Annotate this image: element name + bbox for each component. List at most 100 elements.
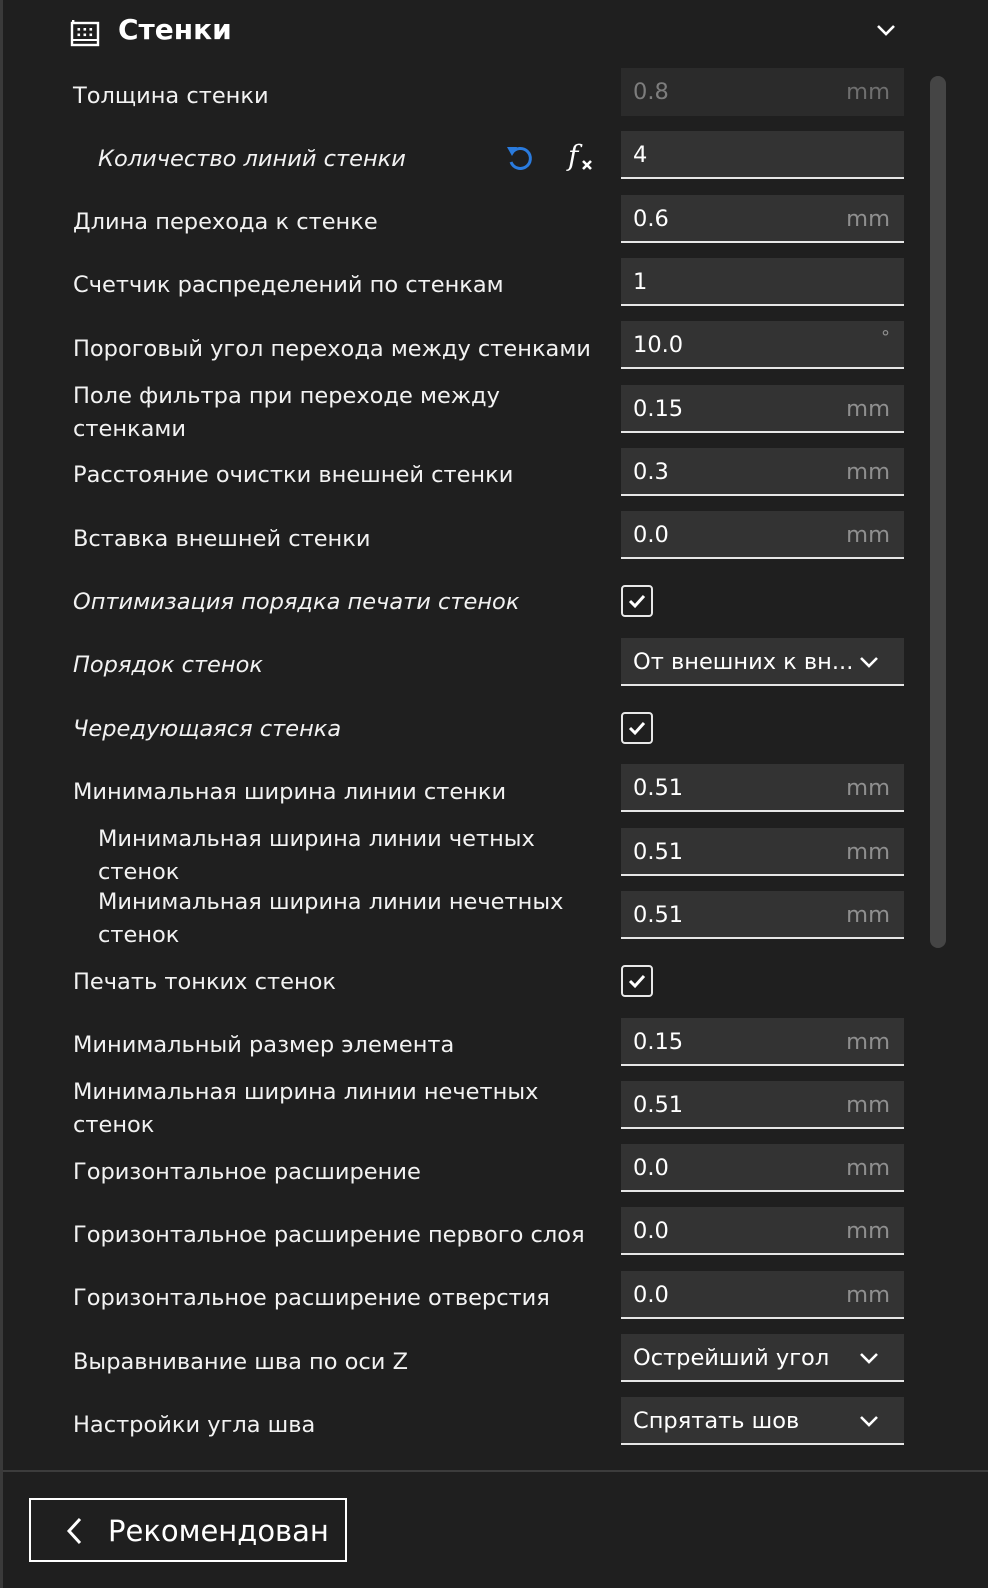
chevron-down-icon[interactable] [872, 16, 900, 44]
setting-label: Минимальная ширина линии нечетных стенок [98, 888, 564, 948]
setting-checkbox[interactable] [621, 712, 653, 744]
input-value: 0.51 [633, 775, 684, 802]
setting-label: Минимальный размер элемента [73, 1032, 455, 1058]
unit-label: mm [846, 395, 890, 422]
svg-text:f: f [566, 139, 583, 172]
setting-row-min-wall-line-width: Минимальная ширина линии стенки 0.51 mm [0, 760, 920, 824]
setting-row-wall-line-count: Количество линий стенки f 4 [0, 127, 920, 191]
setting-value-input[interactable]: 0.3 mm [621, 447, 904, 496]
setting-label: Настройки угла шва [73, 1411, 316, 1438]
input-value: 0.8 [633, 79, 669, 105]
setting-value-input[interactable]: 0.51 mm [621, 764, 904, 813]
input-value: 0.0 [633, 1155, 669, 1182]
setting-row-hole-horizontal-expansion: Горизонтальное расширение отверстия 0.0 mm [0, 1267, 920, 1331]
setting-row-wall-distribution-count: Счетчик распределений по стенкам 1 [0, 254, 920, 318]
chevron-down-icon [860, 1416, 878, 1428]
setting-row-wall-transition-length: Длина перехода к стенке 0.6 mm [0, 191, 920, 255]
setting-label: Длина перехода к стенке [73, 209, 378, 236]
setting-row-seam-corner-preference: Настройки угла шва Спрятать шов [0, 1393, 920, 1457]
setting-value-input[interactable]: 0.15 mm [621, 384, 904, 433]
input-value: 0.51 [633, 901, 684, 928]
input-value: 1 [633, 268, 648, 295]
input-value: 0.0 [633, 1218, 669, 1245]
setting-label: Минимальная ширина линии нечетных стенок [73, 1078, 539, 1138]
setting-label: Поле фильтра при переходе между стенками [73, 382, 500, 442]
unit-label: mm [846, 775, 890, 802]
setting-checkbox[interactable] [621, 585, 653, 618]
setting-label: Счетчик распределений по стенкам [73, 272, 504, 299]
unit-label: mm [846, 1028, 890, 1055]
setting-label: Горизонтальное расширение [73, 1158, 421, 1185]
setting-value-input[interactable]: 0.0 mm [621, 511, 904, 560]
unit-label: mm [846, 838, 890, 865]
setting-checkbox[interactable] [621, 965, 653, 998]
input-value: 0.6 [633, 205, 669, 232]
setting-label: Горизонтальное расширение первого слоя [73, 1221, 585, 1248]
setting-dropdown[interactable]: От внешних к вн... [621, 637, 904, 686]
setting-label: Горизонтальное расширение отверстия [73, 1285, 550, 1312]
setting-label: Чередующаяся стенка [73, 715, 342, 742]
setting-label: Вставка внешней стенки [73, 525, 371, 552]
setting-row-min-odd-wall-line-width-2: Минимальная ширина линии нечетных стенок… [0, 1077, 920, 1141]
setting-value-input[interactable]: 0.51 mm [621, 1080, 904, 1129]
setting-value-input[interactable]: 0.6 mm [621, 194, 904, 243]
unit-label: mm [846, 1218, 890, 1245]
input-value: 0.51 [633, 1091, 684, 1118]
setting-value-input: 0.8 mm [621, 68, 904, 116]
unit-label: mm [846, 1281, 890, 1308]
setting-row-print-thin-walls: Печать тонких стенок [0, 950, 920, 1014]
input-value: 4 [633, 142, 648, 169]
input-value: 10.0 [633, 332, 684, 359]
setting-row-min-even-wall-line-width: Минимальная ширина линии четных стенок 0.… [0, 824, 920, 888]
setting-value-input[interactable]: 1 [621, 257, 904, 306]
setting-label: Порядок стенок [73, 652, 263, 679]
checkmark-icon [628, 721, 646, 736]
setting-row-optimize-wall-order: Оптимизация порядка печати стенок [0, 570, 920, 634]
section-title: Стенки [118, 13, 232, 46]
checkmark-icon [628, 975, 646, 989]
setting-row-initial-layer-horizontal-expansion: Горизонтальное расширение первого слоя 0.… [0, 1203, 920, 1267]
input-value: 0.15 [633, 1028, 684, 1055]
dropdown-value: Спрятать шов [633, 1408, 800, 1435]
setting-label: Выравнивание шва по оси Z [73, 1348, 408, 1375]
unit-label: mm [846, 458, 890, 485]
reset-icon[interactable] [504, 141, 536, 175]
footer-divider [3, 1470, 988, 1472]
setting-label: Минимальная ширина линии четных стенок [98, 825, 535, 885]
setting-label: Толщина стенки [73, 82, 269, 109]
setting-row-wall-transition-angle: Пороговый угол перехода между стенками 10… [0, 317, 920, 381]
setting-label: Печать тонких стенок [73, 968, 337, 995]
back-button-label: Рекомендован [108, 1514, 329, 1548]
setting-value-input[interactable]: 4 [621, 131, 904, 180]
setting-dropdown[interactable]: Спрятать шов [621, 1397, 904, 1446]
unit-label: mm [846, 79, 890, 105]
setting-row-outer-wall-wipe-distance: Расстояние очистки внешней стенки 0.3 mm [0, 444, 920, 508]
setting-label: Расстояние очистки внешней стенки [73, 462, 514, 489]
dropdown-value: Острейший угол [633, 1345, 830, 1371]
section-header[interactable]: Стенки [0, 0, 988, 60]
setting-label: Оптимизация порядка печати стенок [73, 588, 520, 615]
unit-label: mm [846, 522, 890, 549]
setting-row-z-seam-alignment: Выравнивание шва по оси Z Острейший угол [0, 1330, 920, 1394]
chevron-down-icon [860, 1353, 878, 1364]
chevron-left-icon [66, 1517, 82, 1545]
recommended-back-button[interactable]: Рекомендован [29, 1498, 347, 1562]
setting-value-input[interactable]: 0.0 mm [621, 1270, 904, 1319]
setting-row-outer-wall-inset: Вставка внешней стенки 0.0 mm [0, 507, 920, 571]
setting-value-input[interactable]: 0.15 mm [621, 1017, 904, 1066]
setting-value-input[interactable]: 10.0 ° [621, 321, 904, 370]
setting-label: Пороговый угол перехода между стенками [73, 335, 591, 362]
setting-value-input[interactable]: 0.51 mm [621, 890, 904, 939]
setting-row-wall-transition-filter: Поле фильтра при переходе между стенками… [0, 381, 920, 445]
setting-value-input[interactable]: 0.0 mm [621, 1207, 904, 1256]
scrollbar-thumb[interactable] [930, 76, 946, 948]
checkmark-icon [628, 595, 646, 609]
unit-label: mm [846, 901, 890, 928]
fx-icon[interactable]: f [566, 139, 598, 175]
chevron-down-icon [860, 656, 878, 668]
setting-dropdown[interactable]: Острейший угол [621, 1334, 904, 1382]
setting-value-input[interactable]: 0.0 mm [621, 1144, 904, 1193]
unit-label: ° [881, 327, 890, 349]
setting-value-input[interactable]: 0.51 mm [621, 827, 904, 876]
setting-row-min-feature-size: Минимальный размер элемента 0.15 mm [0, 1014, 920, 1078]
